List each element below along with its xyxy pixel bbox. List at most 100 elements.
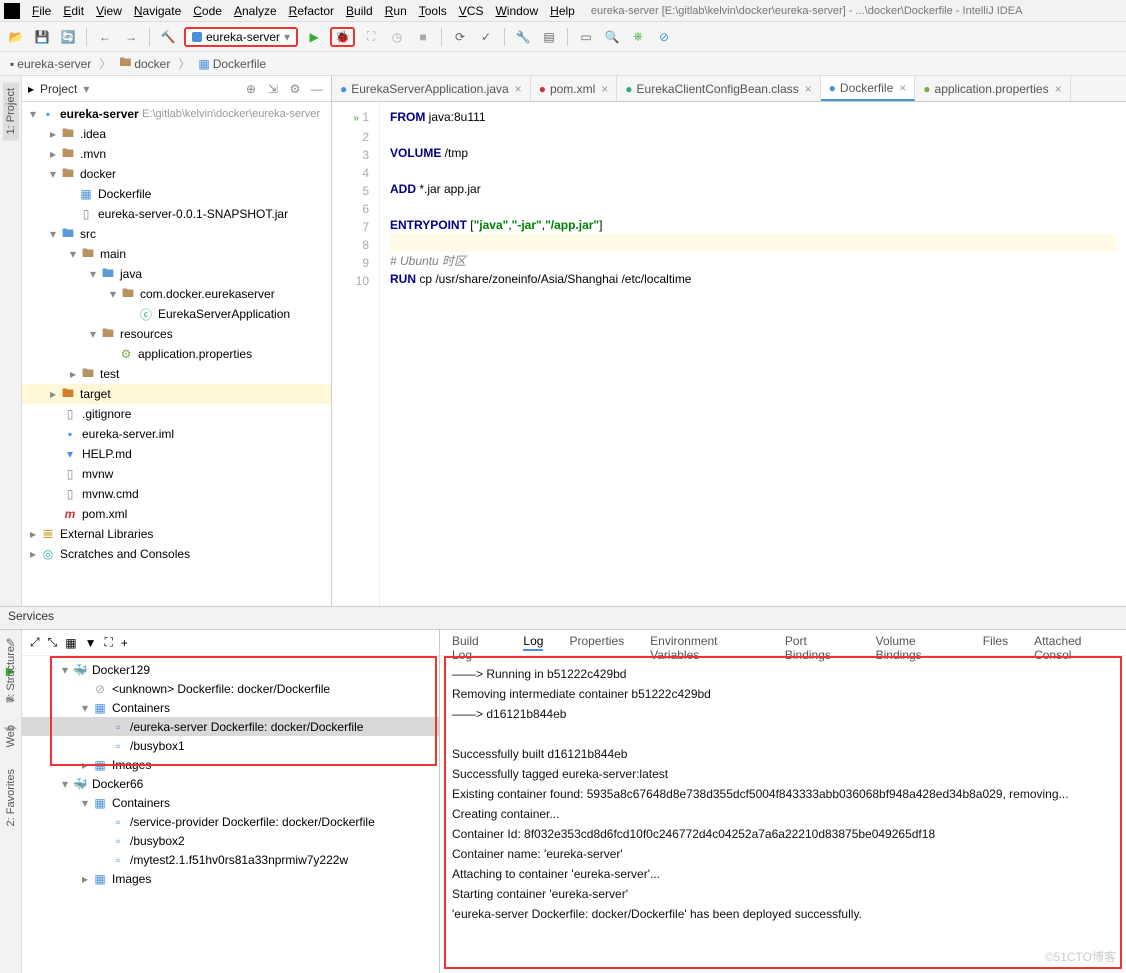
menu-code[interactable]: Code	[187, 2, 228, 20]
menu-view[interactable]: View	[90, 2, 128, 20]
services-detail-tabs: Build Log Log Properties Environment Variab…	[440, 630, 1126, 656]
debug-button-highlighted[interactable]: 🐞	[330, 27, 355, 47]
close-icon[interactable]: ×	[805, 82, 812, 96]
main-area: 1: Project ▸ Project ▾ ⊕ ⇲ ⚙ — ▾▪eureka-…	[0, 76, 1126, 606]
docker-icon: ▦	[198, 57, 209, 71]
stop-icon[interactable]: ■	[413, 27, 433, 47]
expand-icon[interactable]: ⤢	[30, 635, 40, 650]
hammer-icon[interactable]: 🔨	[158, 27, 178, 47]
editor-tab[interactable]: ●Dockerfile×	[821, 76, 916, 101]
menu-run[interactable]: Run	[379, 2, 413, 20]
code-editor[interactable]: » 12345678910 FROM java:8u111 VOLUME /tm…	[332, 102, 1126, 606]
scratches-icon: ◎	[40, 547, 56, 561]
collapse-icon[interactable]: ⤡	[48, 635, 58, 650]
menu-vcs[interactable]: VCS	[453, 2, 490, 20]
grid-icon: ▦	[92, 796, 108, 810]
sync-icon[interactable]: 🔄	[58, 27, 78, 47]
class-icon: ⓒ	[138, 307, 154, 321]
collapse-icon[interactable]: ⇲	[265, 81, 281, 97]
editor-tab[interactable]: ●EurekaServerApplication.java×	[332, 76, 531, 101]
watermark: ©51CTO博客	[1045, 948, 1116, 965]
breadcrumb-item[interactable]: ▪eureka-server	[6, 56, 95, 72]
close-icon[interactable]: ×	[899, 81, 906, 95]
close-icon[interactable]: ×	[1055, 82, 1062, 96]
filter-icon[interactable]: ▼	[85, 636, 97, 650]
layout-icon[interactable]: ▭	[576, 27, 596, 47]
chevron-down-icon[interactable]: ▾	[83, 82, 89, 96]
editor-tabs: ●EurekaServerApplication.java×●pom.xml×●…	[332, 76, 1126, 102]
file-type-icon: ●	[340, 82, 347, 96]
file-icon: ▯	[62, 467, 78, 481]
main-toolbar: 📂 💾 🔄 ← → 🔨 eureka-server ▾ ▶ 🐞 ⛶ ◷ ■ ⟳ …	[0, 22, 1126, 52]
add-icon[interactable]: +	[121, 636, 128, 650]
no-entry-icon[interactable]: ⊘	[654, 27, 674, 47]
structure-icon[interactable]: ▤	[539, 27, 559, 47]
services-header[interactable]: Services	[0, 606, 1126, 630]
grid-icon: ▦	[92, 872, 108, 886]
services-tab[interactable]: Port Bindings	[785, 634, 850, 651]
menu-window[interactable]: Window	[489, 2, 544, 20]
menu-edit[interactable]: Edit	[57, 2, 90, 20]
menu-navigate[interactable]: Navigate	[128, 2, 187, 20]
menu-file[interactable]: File	[26, 2, 57, 20]
jar-icon: ▯	[78, 207, 94, 221]
services-tab[interactable]: Files	[983, 634, 1008, 651]
favorites-tool-tab[interactable]: 2: Favorites	[3, 763, 19, 832]
container-icon: ▫	[110, 834, 126, 848]
properties-icon: ⚙	[118, 347, 134, 361]
web-tool-tab[interactable]: Web	[3, 719, 19, 753]
target-icon[interactable]: ⊕	[243, 81, 259, 97]
close-icon[interactable]: ×	[601, 82, 608, 96]
project-tree[interactable]: ▾▪eureka-server E:\gitlab\kelvin\docker\…	[22, 102, 331, 606]
commit-icon[interactable]: ✓	[476, 27, 496, 47]
update-icon[interactable]: ⟳	[450, 27, 470, 47]
gear-icon[interactable]: ⚙	[287, 81, 303, 97]
file-icon: ▯	[62, 407, 78, 421]
editor-tab[interactable]: ●pom.xml×	[531, 76, 618, 101]
bug-icon: 🐞	[335, 30, 350, 44]
log-output[interactable]: ——> Running in b51222c429bdRemoving inte…	[440, 656, 1126, 973]
group-icon[interactable]: ▦	[65, 636, 76, 650]
editor-tab[interactable]: ●EurekaClientConfigBean.class×	[617, 76, 820, 101]
container-icon: ▫	[110, 815, 126, 829]
menu-refactor[interactable]: Refactor	[283, 2, 340, 20]
menu-help[interactable]: Help	[544, 2, 581, 20]
run-anything-icon[interactable]: ⎈	[628, 27, 648, 47]
menu-bar: FileEditViewNavigateCodeAnalyzeRefactorB…	[0, 0, 1126, 22]
menu-tools[interactable]: Tools	[413, 2, 453, 20]
close-icon[interactable]: ×	[515, 82, 522, 96]
hide-icon[interactable]: —	[309, 81, 325, 97]
file-type-icon: ●	[923, 82, 930, 96]
forward-icon[interactable]: →	[121, 27, 141, 47]
breadcrumb-item[interactable]: 🖿docker	[115, 52, 174, 75]
editor-area: ●EurekaServerApplication.java×●pom.xml×●…	[332, 76, 1126, 606]
run-button[interactable]: ▶	[304, 27, 324, 47]
services-tab[interactable]: Attached Consol	[1034, 634, 1114, 651]
project-tool-tab[interactable]: 1: Project	[3, 82, 19, 140]
line-gutter: » 12345678910	[332, 102, 380, 606]
services-tab[interactable]: Properties	[569, 634, 624, 651]
menu-analyze[interactable]: Analyze	[228, 2, 283, 20]
services-tab[interactable]: Build Log	[452, 634, 497, 651]
run-config-label: eureka-server	[206, 30, 280, 44]
save-icon[interactable]: 💾	[32, 27, 52, 47]
code-content[interactable]: FROM java:8u111 VOLUME /tmp ADD *.jar ap…	[380, 102, 1126, 606]
editor-tab[interactable]: ●application.properties×	[915, 76, 1070, 101]
coverage-icon[interactable]: ⛶	[361, 27, 381, 47]
structure-tool-tab[interactable]: 7: Structure	[3, 640, 19, 709]
services-tab[interactable]: Volume Bindings	[876, 634, 957, 651]
wrench-icon[interactable]: 🔧	[513, 27, 533, 47]
file-type-icon: ●	[829, 81, 836, 95]
show-icon[interactable]: ⛶	[104, 635, 112, 650]
services-tab[interactable]: Environment Variables	[650, 634, 759, 651]
search-icon[interactable]: 🔍	[602, 27, 622, 47]
profile-icon[interactable]: ◷	[387, 27, 407, 47]
services-toolbar: ⤢ ⤡ ▦ ▼ ⛶ +	[22, 630, 439, 656]
breadcrumb-item[interactable]: ▦Dockerfile	[194, 56, 270, 72]
services-tab[interactable]: Log	[523, 634, 543, 651]
docker-file-icon: ▦	[78, 187, 94, 201]
back-icon[interactable]: ←	[95, 27, 115, 47]
menu-build[interactable]: Build	[340, 2, 379, 20]
open-icon[interactable]: 📂	[6, 27, 26, 47]
run-config-dropdown[interactable]: eureka-server ▾	[184, 27, 298, 47]
